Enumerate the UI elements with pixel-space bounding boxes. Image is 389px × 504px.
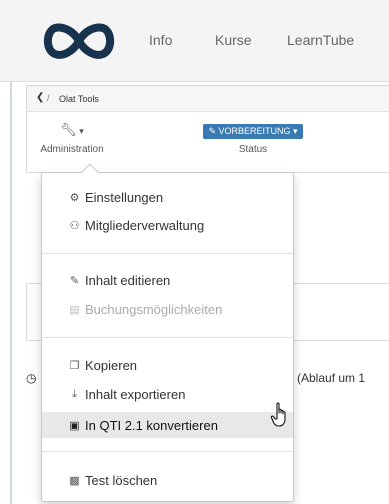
status-label: Status bbox=[238, 144, 268, 155]
convert-icon: ▣ bbox=[69, 419, 80, 432]
menu-item-inhalt-exportieren[interactable]: ⤓ Inhalt exportieren bbox=[42, 382, 293, 406]
edit-icon: ✎ bbox=[69, 274, 80, 287]
menu-item-test-loeschen[interactable]: ▩ Test löschen bbox=[42, 468, 293, 492]
menu-item-mitgliederverwaltung[interactable]: ⚇ Mitgliederverwaltung bbox=[42, 213, 293, 237]
users-icon: ⚇ bbox=[69, 219, 80, 232]
nav-kurse[interactable]: Kurse bbox=[215, 32, 252, 48]
menu-divider bbox=[42, 253, 293, 254]
menu-item-qti-konvertieren[interactable]: ▣ In QTI 2.1 konvertieren bbox=[42, 412, 293, 438]
breadcrumb-current[interactable]: Olat Tools bbox=[59, 94, 99, 104]
wrench-icon: 🔧︎ ▾ bbox=[60, 122, 84, 137]
download-icon: ⤓ bbox=[72, 387, 77, 400]
breadcrumb-separator: / bbox=[47, 93, 50, 103]
gears-icon: ⚙ bbox=[69, 191, 80, 204]
infinity-logo-icon[interactable] bbox=[42, 22, 116, 60]
administration-label: Administration bbox=[40, 144, 104, 155]
breadcrumb: ❮ / Olat Tools bbox=[27, 86, 389, 112]
left-edge-line bbox=[10, 82, 12, 504]
menu-item-buchungsmoeglichkeiten: ▤ Buchungsmöglichkeiten bbox=[42, 297, 293, 321]
background-text: (Ablauf um 1 bbox=[297, 371, 366, 385]
menu-item-einstellungen[interactable]: ⚙ Einstellungen bbox=[42, 185, 293, 209]
menu-divider bbox=[42, 337, 293, 338]
clock-icon: ◷ bbox=[26, 371, 37, 385]
menu-divider bbox=[42, 451, 293, 452]
menu-item-kopieren[interactable]: ❐ Kopieren bbox=[42, 353, 293, 377]
nav-learntube[interactable]: LearnTube bbox=[287, 32, 354, 48]
hand-cursor-icon bbox=[270, 402, 286, 427]
course-toolbar-panel: ❮ / Olat Tools 🔧︎ ▾ Administration ✎ VOR… bbox=[26, 85, 389, 173]
top-navbar: Info Kurse LearnTube bbox=[0, 0, 389, 82]
status-badge[interactable]: ✎ VORBEREITUNG ▾ bbox=[203, 124, 303, 139]
nav-info[interactable]: Info bbox=[149, 32, 172, 48]
copy-icon: ❐ bbox=[69, 359, 80, 372]
back-chevron-icon[interactable]: ❮ bbox=[36, 92, 44, 103]
administration-menu-button[interactable]: 🔧︎ ▾ Administration bbox=[33, 122, 111, 155]
cart-icon: ▤ bbox=[69, 303, 80, 316]
menu-item-inhalt-editieren[interactable]: ✎ Inhalt editieren bbox=[42, 268, 293, 292]
administration-dropdown: ⚙ Einstellungen ⚇ Mitgliederverwaltung ✎… bbox=[41, 163, 294, 502]
status-tool: ✎ VORBEREITUNG ▾ Status bbox=[173, 122, 333, 155]
trash-icon: ▩ bbox=[69, 474, 80, 487]
